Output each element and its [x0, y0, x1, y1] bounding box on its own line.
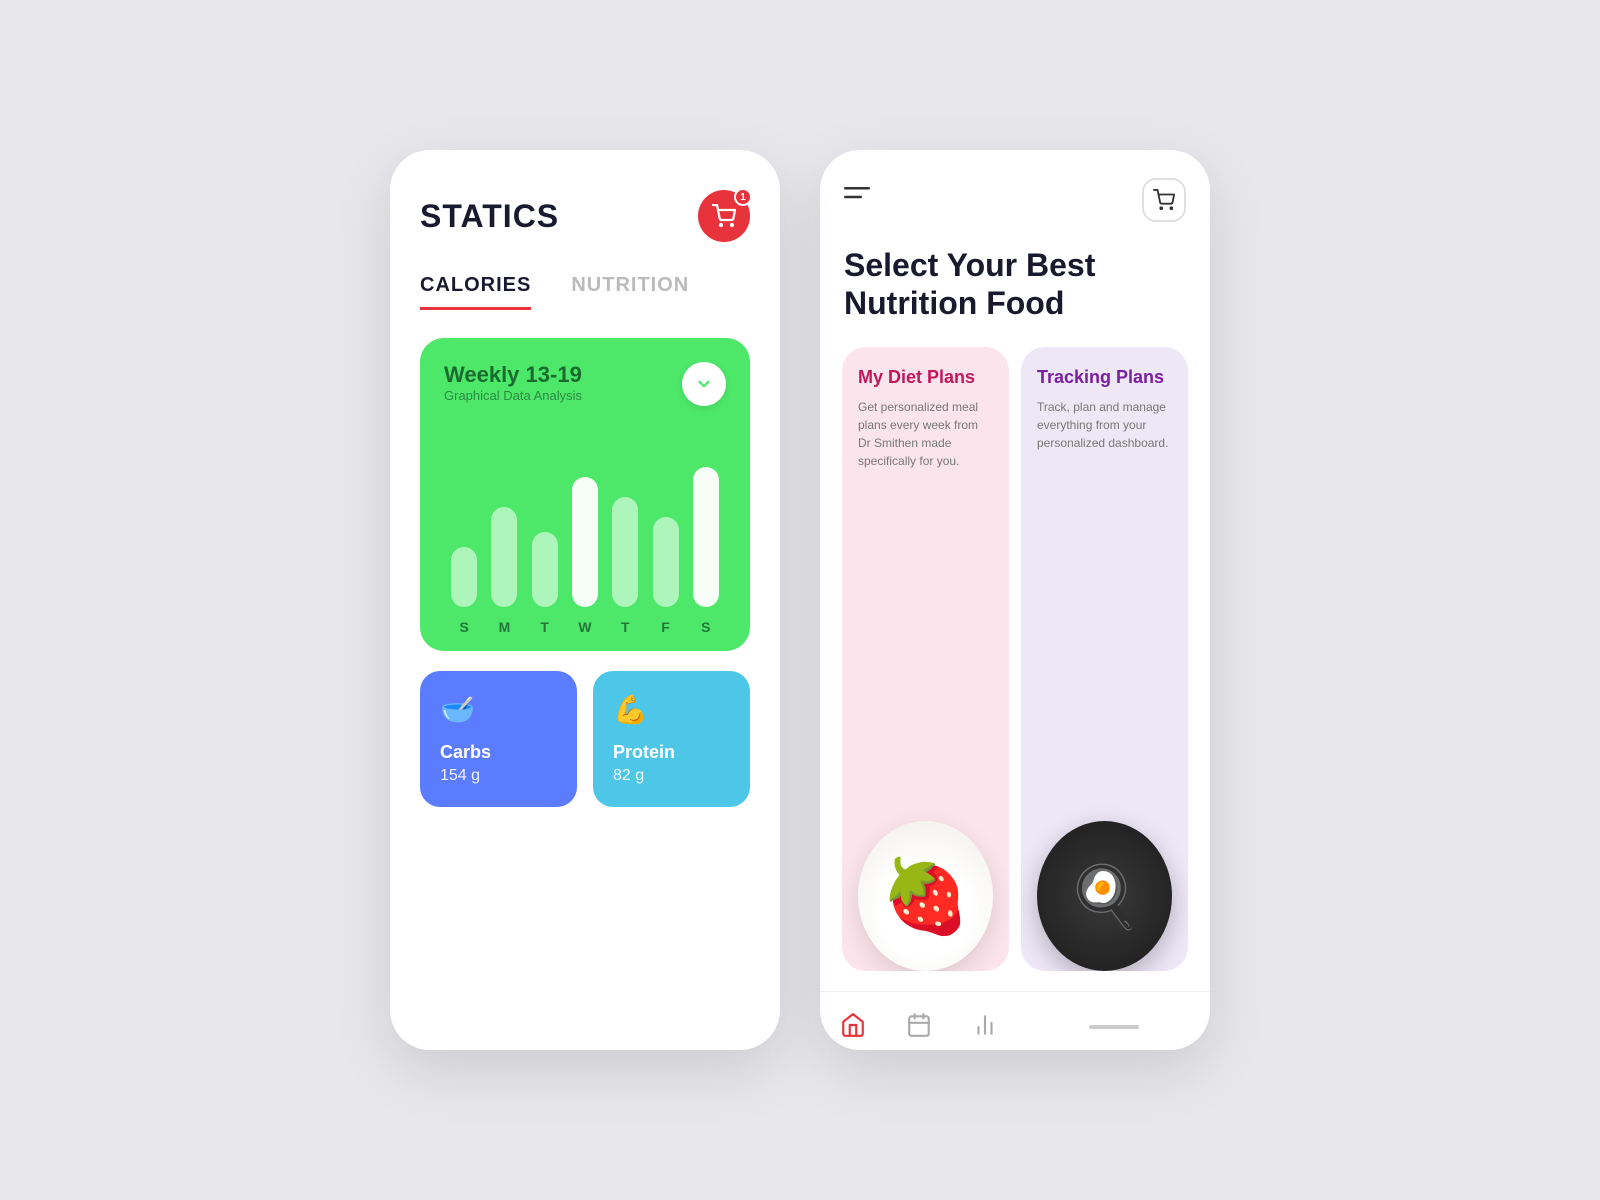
diet-plans-image-container: 🍓 [858, 484, 993, 971]
protein-icon: 💪 [613, 693, 730, 726]
carbs-icon: 🥣 [440, 693, 557, 726]
day-f: F [653, 619, 679, 635]
bar-chart [444, 427, 726, 607]
pan-image: 🍳 [1037, 821, 1172, 971]
bottom-nav [820, 991, 1210, 1050]
day-t1: T [532, 619, 558, 635]
bar-m [491, 507, 517, 607]
day-w: W [572, 619, 598, 635]
bar-col-s2 [693, 427, 719, 607]
protein-label: Protein [613, 742, 730, 763]
cart-outline-button[interactable] [1142, 178, 1186, 222]
stats-icon [972, 1012, 998, 1038]
left-header: STATICS 1 [420, 190, 750, 242]
bar-w [572, 477, 598, 607]
bottom-cards: 🥣 Carbs 154 g 💪 Protein 82 g [420, 671, 750, 807]
nav-calendar[interactable] [886, 1008, 952, 1042]
main-heading: Select Your Best Nutrition Food [820, 246, 1210, 323]
diet-plans-card[interactable]: My Diet Plans Get personalized meal plan… [842, 347, 1009, 971]
bar-col-s1 [451, 427, 477, 607]
bar-t2 [612, 497, 638, 607]
tracking-plans-title: Tracking Plans [1037, 367, 1172, 388]
bar-s2 [693, 467, 719, 607]
tracking-plans-card[interactable]: Tracking Plans Track, plan and manage ev… [1021, 347, 1188, 971]
right-top-bar [820, 178, 1210, 222]
day-m: M [491, 619, 517, 635]
bar-t1 [532, 532, 558, 607]
tab-bar: CALORIES NUTRITION [420, 274, 750, 310]
bar-col-m [491, 427, 517, 607]
home-indicator [1089, 1025, 1139, 1029]
day-labels: S M T W T F S [444, 619, 726, 635]
tab-calories[interactable]: CALORIES [420, 274, 531, 310]
chart-subtitle: Graphical Data Analysis [444, 388, 582, 403]
calendar-icon [906, 1012, 932, 1038]
day-s2: S [693, 619, 719, 635]
nav-home[interactable] [820, 1008, 886, 1042]
bar-col-f [653, 427, 679, 607]
tracking-plans-desc: Track, plan and manage everything from y… [1037, 398, 1172, 452]
diet-plans-title: My Diet Plans [858, 367, 993, 388]
bowl-image: 🍓 [858, 821, 993, 971]
chevron-down-icon [695, 375, 713, 393]
hamburger-button[interactable] [844, 187, 870, 213]
cart-badge: 1 [734, 188, 752, 206]
chart-title: Weekly 13-19 [444, 362, 582, 388]
protein-card[interactable]: 💪 Protein 82 g [593, 671, 750, 807]
tracking-plans-image-container: 🍳 [1037, 466, 1172, 971]
phone-right: Select Your Best Nutrition Food My Diet … [820, 150, 1210, 1050]
hamburger-icon [844, 187, 870, 207]
diet-plans-desc: Get personalized meal plans every week f… [858, 398, 993, 470]
tab-nutrition[interactable]: NUTRITION [571, 274, 689, 310]
page-title: STATICS [420, 198, 559, 235]
chart-card: Weekly 13-19 Graphical Data Analysis [420, 338, 750, 651]
main-container: STATICS 1 CALORIES NUTRITION Weekly 13-1… [390, 150, 1210, 1050]
day-t2: T [612, 619, 638, 635]
cart-button[interactable]: 1 [698, 190, 750, 242]
chart-header: Weekly 13-19 Graphical Data Analysis [444, 362, 726, 423]
protein-value: 82 g [613, 767, 730, 785]
phone-left: STATICS 1 CALORIES NUTRITION Weekly 13-1… [390, 150, 780, 1050]
carbs-label: Carbs [440, 742, 557, 763]
bar-col-w [572, 427, 598, 607]
bar-s1 [451, 547, 477, 607]
food-cards-row: My Diet Plans Get personalized meal plan… [820, 347, 1210, 971]
chevron-button[interactable] [682, 362, 726, 406]
carbs-card[interactable]: 🥣 Carbs 154 g [420, 671, 577, 807]
cart-outline-icon [1153, 189, 1175, 211]
bar-col-t1 [532, 427, 558, 607]
nav-stats[interactable] [952, 1008, 1018, 1042]
bar-col-t2 [612, 427, 638, 607]
home-icon [840, 1012, 866, 1038]
carbs-value: 154 g [440, 767, 557, 785]
day-s1: S [451, 619, 477, 635]
bar-f [653, 517, 679, 607]
cart-icon [712, 204, 736, 228]
